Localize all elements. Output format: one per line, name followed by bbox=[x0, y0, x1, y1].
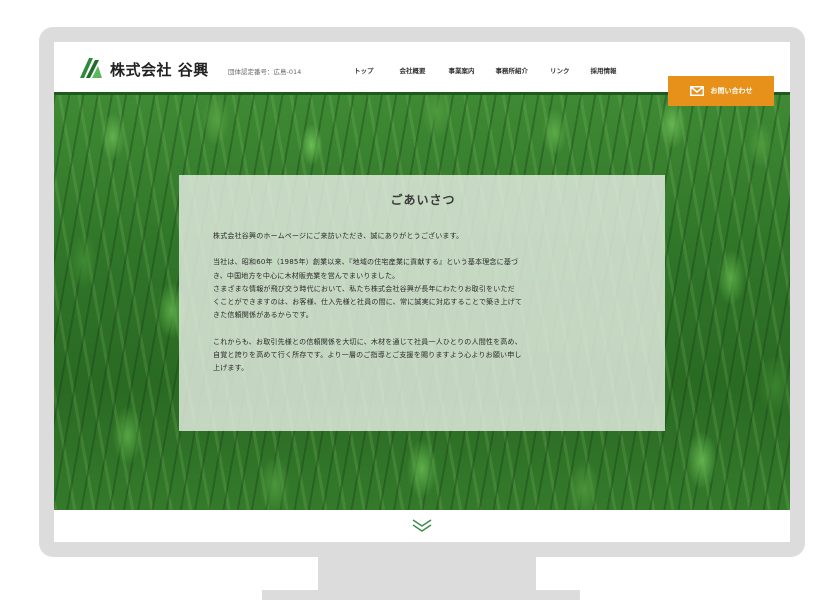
greeting-line: 当社は、昭和60年（1985年）創業以来、『地域の住宅産業に貢献する』という基本… bbox=[213, 258, 519, 267]
double-chevron-down-icon[interactable] bbox=[412, 519, 432, 533]
greeting-line: くことができますのは、お客様、仕入先様と社員の間に、常に誠実に対応することで築き… bbox=[213, 298, 523, 307]
mail-icon bbox=[689, 86, 704, 96]
nav-item-company[interactable]: 会社概要 bbox=[400, 65, 426, 75]
monitor-screen: 株式会社 谷興 団体認定番号：広島-014 トップ 会社概要 事業案内 事務所紹… bbox=[54, 42, 790, 542]
greeting-line: き、中国地方を中心に木材販売業を営んでまいりました。 bbox=[213, 271, 400, 280]
greeting-line: 株式会社谷興のホームページにご来訪いただき、誠にありがとうございます。 bbox=[213, 232, 464, 240]
greeting-line: これからも、お取引先様との信頼関係を大切に、木材を通じて社員一人ひとりの人間性を… bbox=[213, 337, 522, 346]
company-name[interactable]: 株式会社 谷興 bbox=[110, 59, 209, 80]
greeting-line: きた信頼関係があるからです。 bbox=[213, 311, 313, 320]
nav-item-links[interactable]: リンク bbox=[550, 65, 570, 75]
greeting-line: 上げます。 bbox=[213, 364, 249, 373]
monitor-stand-neck bbox=[318, 556, 536, 590]
monitor-stand-base bbox=[262, 590, 580, 600]
global-nav: トップ 会社概要 事業案内 事務所紹介 リンク 採用情報 bbox=[354, 65, 617, 75]
hero-forest-image: ごあいさつ 株式会社谷興のホームページにご来訪いただき、誠にありがとうございます… bbox=[54, 92, 790, 510]
greeting-line: さまざまな情報が飛び交う時代において、私たち株式会社谷興が長年にわたりお取引をい… bbox=[213, 284, 515, 293]
nav-item-business[interactable]: 事業案内 bbox=[449, 65, 475, 75]
greeting-title: ごあいさつ bbox=[390, 193, 456, 207]
nav-item-office[interactable]: 事務所紹介 bbox=[496, 65, 529, 75]
greeting-paragraph: これからも、お取引先様との信頼関係を大切に、木材を通じて社員一人ひとりの人間性を… bbox=[213, 336, 633, 376]
cert-number: 団体認定番号：広島-014 bbox=[228, 68, 302, 76]
contact-button[interactable]: お問い合わせ bbox=[668, 76, 774, 106]
nav-item-top[interactable]: トップ bbox=[354, 65, 374, 75]
leaf-logo-icon[interactable] bbox=[80, 58, 102, 78]
greeting-line: 自覚と誇りを高めて行く所存です。より一層のご指導とご支援を賜りますよう心よりお願… bbox=[213, 351, 522, 360]
contact-button-label: お問い合わせ bbox=[710, 87, 753, 95]
greeting-paragraph: 株式会社谷興のホームページにご来訪いただき、誠にありがとうございます。 bbox=[213, 230, 633, 243]
greeting-paragraph: 当社は、昭和60年（1985年）創業以来、『地域の住宅産業に貢献する』という基本… bbox=[213, 256, 633, 322]
nav-item-recruit[interactable]: 採用情報 bbox=[591, 65, 617, 75]
greeting-panel: ごあいさつ 株式会社谷興のホームページにご来訪いただき、誠にありがとうございます… bbox=[179, 175, 665, 431]
